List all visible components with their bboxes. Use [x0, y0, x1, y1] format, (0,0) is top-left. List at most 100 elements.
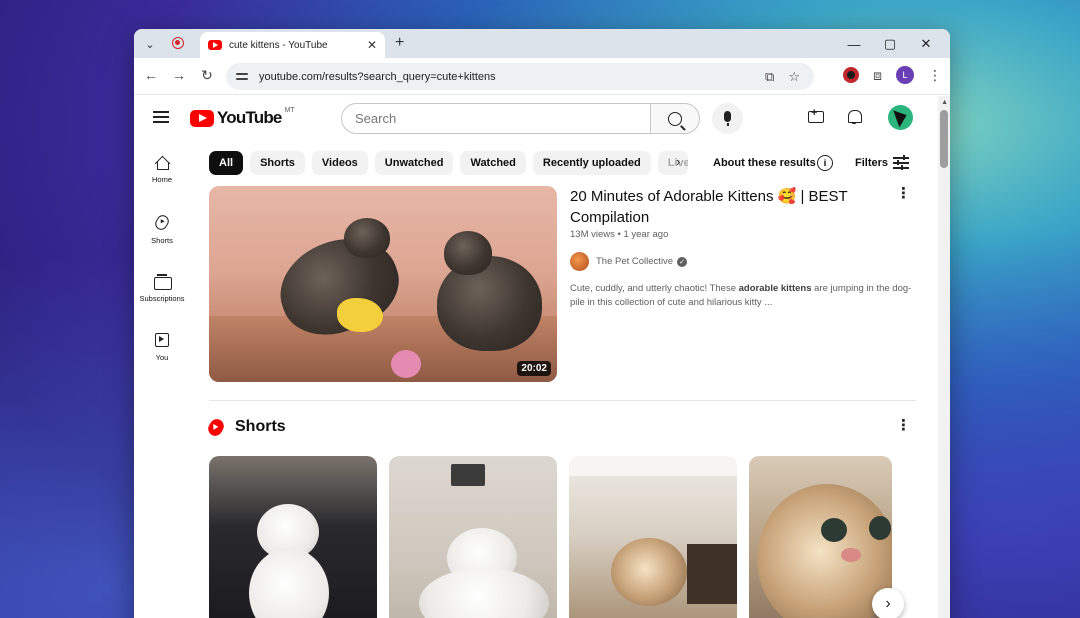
kitten-left-head: [344, 218, 390, 258]
filters-button[interactable]: Filters: [855, 157, 888, 169]
shorts-icon: [153, 213, 171, 232]
notifications-bell-icon[interactable]: [847, 109, 862, 124]
shorts-next-button[interactable]: ›: [872, 588, 904, 618]
window-controls: — ▢ ✕: [836, 33, 944, 55]
chip-live[interactable]: Live: [657, 151, 688, 175]
youtube-logo-text: YouTube: [217, 108, 282, 127]
tab-youtube[interactable]: cute kittens - YouTube ✕: [200, 32, 385, 58]
short-card[interactable]: [569, 456, 737, 618]
channel-avatar[interactable]: [570, 252, 589, 271]
more-options-icon[interactable]: ⋮: [896, 184, 911, 202]
search-icon: [668, 111, 682, 126]
sidebar-item-label: You: [155, 353, 169, 362]
youtube-logo[interactable]: YouTube MT: [190, 106, 295, 128]
tab-close-icon[interactable]: ✕: [367, 38, 377, 52]
video-duration: 20:02: [517, 361, 551, 376]
search-button[interactable]: [650, 103, 700, 134]
info-icon[interactable]: i: [817, 155, 833, 171]
install-icon[interactable]: ⧉: [765, 69, 774, 85]
sidebar-item-subscriptions[interactable]: Subscriptions: [134, 264, 190, 323]
filters-icon[interactable]: [893, 155, 909, 170]
record-icon[interactable]: [172, 37, 184, 49]
about-results-link[interactable]: About these results: [713, 157, 816, 169]
filter-chips: All Shorts Videos Unwatched Watched Rece…: [209, 151, 688, 175]
short-cat-face: [757, 484, 892, 618]
close-window-button[interactable]: ✕: [908, 33, 944, 55]
youtube-favicon-icon: [208, 40, 222, 50]
short-card[interactable]: [209, 456, 377, 618]
video-meta: 13M views • 1 year ago: [570, 229, 669, 240]
address-bar[interactable]: youtube.com/results?search_query=cute+ki…: [226, 63, 814, 90]
page-scrollbar[interactable]: ▲: [938, 96, 950, 618]
tab-title: cute kittens - YouTube: [229, 39, 328, 51]
back-icon[interactable]: ←: [142, 67, 160, 83]
sidebar-item-label: Subscriptions: [139, 294, 185, 303]
shorts-shelf-header: Shorts: [205, 416, 286, 438]
maximize-button[interactable]: ▢: [872, 33, 908, 55]
chip-unwatched[interactable]: Unwatched: [374, 151, 454, 175]
tab-search-icon[interactable]: ⌄: [140, 34, 160, 54]
youtube-header: YouTube MT Search: [134, 96, 938, 142]
microphone-icon: [724, 111, 731, 126]
youtube-play-icon: [190, 109, 214, 127]
yellow-toy: [337, 298, 383, 332]
pink-toy: [391, 350, 421, 378]
toolbar-right: ⧈ L ⋮: [843, 66, 942, 84]
star-icon[interactable]: ☆: [788, 69, 800, 85]
minimize-button[interactable]: —: [836, 33, 872, 55]
sidebar-item-you[interactable]: You: [134, 323, 190, 382]
short-kitten-head: [611, 538, 687, 606]
site-info-icon[interactable]: [236, 71, 250, 83]
you-icon: [155, 333, 169, 347]
hamburger-menu-icon[interactable]: [153, 111, 169, 123]
menu-icon[interactable]: ⋮: [928, 67, 942, 84]
tab-strip: ⌄ cute kittens - YouTube ✕ + — ▢ ✕: [134, 29, 950, 58]
chip-all[interactable]: All: [209, 151, 244, 175]
home-icon: [155, 156, 169, 170]
reload-icon[interactable]: ↻: [198, 67, 216, 84]
channel-row[interactable]: The Pet Collective ✓: [570, 252, 688, 271]
short-kitten-body: [419, 568, 549, 618]
voice-search-button[interactable]: [712, 103, 743, 134]
divider: [209, 400, 916, 401]
profile-avatar[interactable]: L: [896, 66, 914, 84]
puzzle-icon[interactable]: ⧈: [873, 67, 882, 84]
scroll-up-icon[interactable]: ▲: [941, 99, 948, 106]
short-cat-eye: [821, 518, 847, 542]
new-tab-button[interactable]: +: [395, 34, 404, 52]
channel-name[interactable]: The Pet Collective: [596, 256, 673, 267]
kitten-right-head: [444, 231, 492, 275]
pointer-cursor-icon: [441, 445, 454, 457]
short-card[interactable]: [749, 456, 892, 618]
short-tv: [451, 464, 485, 486]
search-input[interactable]: Search: [341, 103, 651, 134]
video-title[interactable]: 20 Minutes of Adorable Kittens 🥰 | BEST …: [570, 186, 870, 228]
sidebar: Home Shorts Subscriptions You: [134, 146, 190, 382]
short-card[interactable]: [389, 456, 557, 618]
short-cat-eye: [869, 516, 891, 540]
forward-icon[interactable]: →: [170, 67, 188, 83]
chip-shorts[interactable]: Shorts: [250, 151, 305, 175]
shorts-more-options-icon[interactable]: ⋮: [896, 416, 911, 434]
extension-icon[interactable]: [843, 67, 860, 83]
scroll-thumb[interactable]: [940, 110, 948, 168]
description-highlight: adorable kittens: [738, 283, 812, 294]
create-video-icon[interactable]: [808, 107, 824, 123]
sidebar-item-home[interactable]: Home: [134, 146, 190, 205]
video-thumbnail[interactable]: 20:02: [209, 186, 557, 382]
country-code: MT: [284, 106, 295, 114]
shorts-shelf-title: Shorts: [235, 418, 286, 435]
short-kitten-body: [249, 548, 329, 618]
chip-videos[interactable]: Videos: [311, 151, 368, 175]
short-cat-nose: [841, 548, 861, 562]
shorts-logo-icon: [205, 416, 227, 438]
chip-watched[interactable]: Watched: [460, 151, 526, 175]
url-text[interactable]: youtube.com/results?search_query=cute+ki…: [259, 71, 765, 83]
browser-window: ⌄ cute kittens - YouTube ✕ + — ▢ ✕ ← → ↻…: [134, 29, 950, 618]
sidebar-item-label: Shorts: [151, 236, 173, 245]
chip-recently-uploaded[interactable]: Recently uploaded: [532, 151, 651, 175]
verified-check-icon: ✓: [677, 256, 688, 267]
youtube-page: YouTube MT Search Home Shorts Subscripti: [134, 96, 950, 618]
chevron-right-icon[interactable]: ›: [676, 154, 680, 169]
sidebar-item-shorts[interactable]: Shorts: [134, 205, 190, 264]
